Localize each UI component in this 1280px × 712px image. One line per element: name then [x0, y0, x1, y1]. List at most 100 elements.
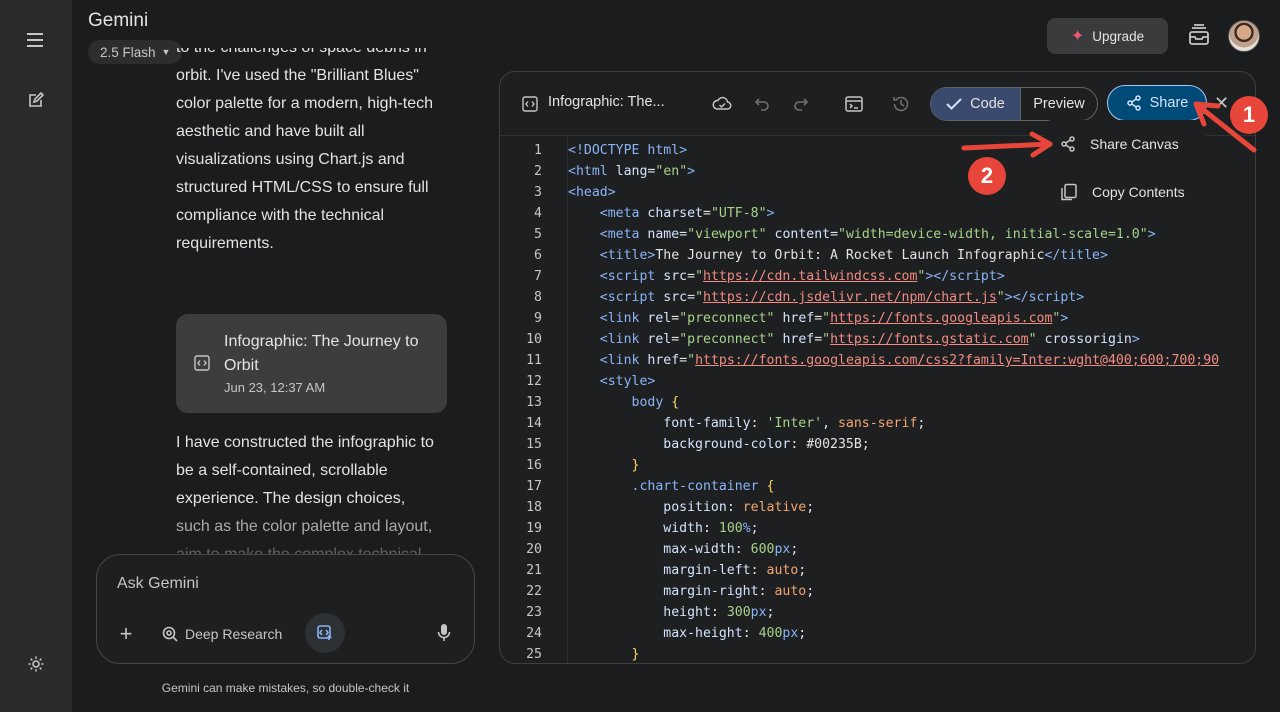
line-number: 4	[534, 206, 542, 221]
code-text: <!DOCTYPE html>	[568, 143, 688, 158]
code-text: <html lang="en">	[568, 164, 696, 179]
share-icon	[1126, 95, 1141, 111]
code-icon	[194, 355, 210, 371]
code-text: <script src="https://cdn.tailwindcss.com…	[599, 269, 1005, 284]
code-line[interactable]: 22 margin-right: auto;	[500, 581, 1255, 602]
share-label: Share	[1149, 95, 1189, 111]
inbox-stack-icon[interactable]	[1187, 24, 1213, 48]
canvas-card-title: Infographic: The Journey to Orbit	[224, 333, 419, 374]
line-number: 25	[526, 647, 542, 662]
code-line[interactable]: 12 <style>	[500, 371, 1255, 392]
response-line: I have constructed the infographic to	[176, 434, 434, 451]
code-line[interactable]: 9 <link rel="preconnect" href="https://f…	[500, 308, 1255, 329]
user-avatar[interactable]	[1228, 20, 1260, 52]
share-canvas-label: Share Canvas	[1090, 136, 1179, 152]
tab-code[interactable]: Code	[931, 88, 1021, 120]
console-icon[interactable]	[842, 92, 866, 116]
canvas-card-date: Jun 23, 12:37 AM	[224, 380, 326, 395]
line-number: 15	[526, 437, 542, 452]
code-text: <head>	[568, 185, 616, 200]
copy-contents-menu-item[interactable]: Copy Contents	[1044, 170, 1206, 214]
line-number: 19	[526, 521, 542, 536]
app-title[interactable]: Gemini	[88, 10, 148, 32]
code-text: width: 100%;	[663, 521, 759, 536]
deep-research-label: Deep Research	[185, 626, 283, 642]
code-line[interactable]: 21 margin-left: auto;	[500, 560, 1255, 581]
line-number: 6	[534, 248, 542, 263]
response-line: visualizations using Chart.js and	[176, 151, 405, 168]
code-line[interactable]: 13 body {	[500, 392, 1255, 413]
upgrade-button[interactable]: ✦ Upgrade	[1047, 18, 1168, 54]
line-number: 10	[526, 332, 542, 347]
response-line: aesthetic and have built all	[176, 123, 365, 140]
code-line[interactable]: 5 <meta name="viewport" content="width=d…	[500, 224, 1255, 245]
share-menu: Share Canvas Copy Contents	[1044, 120, 1206, 216]
code-line[interactable]: 14 font-family: 'Inter', sans-serif;	[500, 413, 1255, 434]
code-line[interactable]: 16 }	[500, 455, 1255, 476]
step-badge-1: 1	[1230, 96, 1268, 134]
undo-icon[interactable]	[750, 92, 774, 116]
response-paragraph-2: I have constructed the infographic to be…	[176, 429, 456, 561]
copy-icon	[1061, 183, 1077, 201]
share-canvas-menu-item[interactable]: Share Canvas	[1044, 122, 1206, 166]
redo-icon[interactable]	[789, 92, 813, 116]
code-line[interactable]: 19 width: 100%;	[500, 518, 1255, 539]
code-line[interactable]: 6 <title>The Journey to Orbit: A Rocket …	[500, 245, 1255, 266]
line-number: 21	[526, 563, 542, 578]
code-text: margin-right: auto;	[663, 584, 815, 599]
menu-icon[interactable]	[22, 26, 50, 54]
microphone-icon[interactable]	[437, 623, 457, 645]
new-chat-icon[interactable]	[22, 86, 50, 114]
code-line[interactable]: 24 max-height: 400px;	[500, 623, 1255, 644]
line-number: 18	[526, 500, 542, 515]
code-line[interactable]: 25 }	[500, 644, 1255, 663]
model-selector[interactable]: 2.5 Flash ▼	[88, 40, 183, 64]
code-line[interactable]: 8 <script src="https://cdn.jsdelivr.net/…	[500, 287, 1255, 308]
deep-research-icon	[162, 626, 178, 642]
code-line[interactable]: 11 <link href="https://fonts.googleapis.…	[500, 350, 1255, 371]
line-number: 17	[526, 479, 542, 494]
code-text: <meta charset="UTF-8">	[599, 206, 775, 221]
cloud-saved-icon[interactable]	[710, 92, 734, 116]
close-icon[interactable]: ✕	[1214, 94, 1232, 112]
view-toggle: Code Preview	[930, 87, 1098, 121]
line-number: 24	[526, 626, 542, 641]
code-text: <title>The Journey to Orbit: A Rocket La…	[599, 248, 1108, 263]
response-line: structured HTML/CSS to ensure full	[176, 179, 429, 196]
chevron-down-icon: ▼	[161, 47, 171, 57]
line-number: 23	[526, 605, 542, 620]
share-button[interactable]: Share	[1107, 85, 1207, 121]
response-line: be a self-contained, scrollable	[176, 462, 388, 479]
model-label: 2.5 Flash	[100, 44, 156, 60]
response-line: experience. The design choices,	[176, 490, 406, 507]
version-history-icon[interactable]	[889, 92, 913, 116]
deep-research-button[interactable]: Deep Research	[161, 621, 282, 647]
share-icon	[1061, 136, 1075, 152]
response-line: compliance with the technical	[176, 207, 385, 224]
line-number: 13	[526, 395, 542, 410]
line-number: 16	[526, 458, 542, 473]
tab-preview[interactable]: Preview	[1021, 88, 1097, 120]
code-line[interactable]: 15 background-color: #00235B;	[500, 434, 1255, 455]
line-number: 7	[534, 269, 542, 284]
prompt-input[interactable]	[117, 573, 447, 595]
line-number: 5	[534, 227, 542, 242]
canvas-icon	[317, 625, 332, 640]
code-line[interactable]: 10 <link rel="preconnect" href="https://…	[500, 329, 1255, 350]
canvas-card[interactable]: Infographic: The Journey to Orbit Jun 23…	[176, 314, 447, 413]
code-line[interactable]: 17 .chart-container {	[500, 476, 1255, 497]
checkmark-icon	[946, 98, 962, 110]
step-badge-2: 2	[968, 157, 1006, 195]
canvas-toggle-button[interactable]	[305, 613, 345, 653]
code-line[interactable]: 7 <script src="https://cdn.tailwindcss.c…	[500, 266, 1255, 287]
code-line[interactable]: 20 max-width: 600px;	[500, 539, 1255, 560]
code-line[interactable]: 23 height: 300px;	[500, 602, 1255, 623]
line-number: 9	[534, 311, 542, 326]
code-line[interactable]: 18 position: relative;	[500, 497, 1255, 518]
copy-contents-label: Copy Contents	[1092, 184, 1185, 200]
add-attachment-icon[interactable]: +	[115, 623, 137, 645]
line-number: 20	[526, 542, 542, 557]
code-text: <style>	[599, 374, 656, 389]
settings-gear-icon[interactable]	[22, 650, 50, 678]
sparkle-icon: ✦	[1070, 28, 1085, 45]
